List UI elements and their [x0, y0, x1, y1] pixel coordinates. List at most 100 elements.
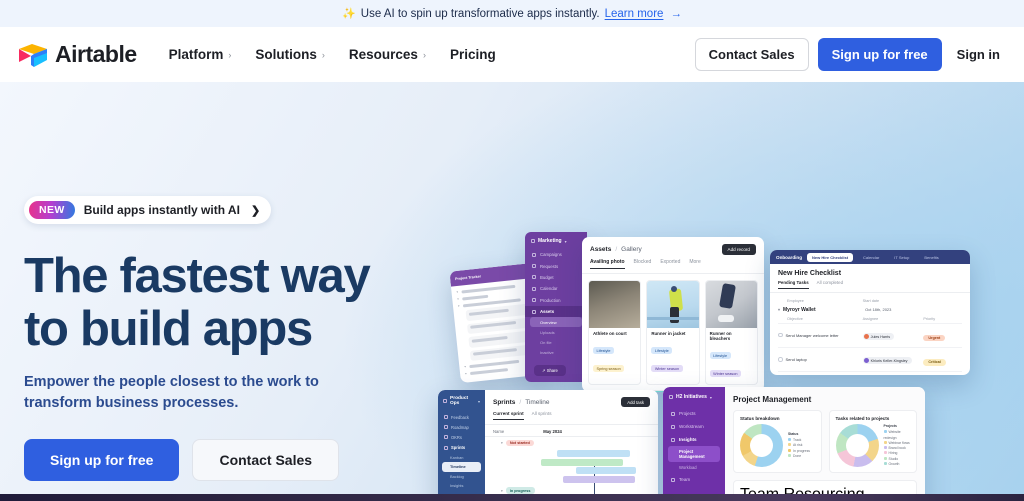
sidebar-subitem-inactive[interactable]: Inactive — [525, 348, 587, 358]
sidebar-subitem-backlog[interactable]: Backlog — [438, 472, 485, 481]
nav-item-solutions[interactable]: Solutions › — [245, 41, 335, 68]
checkbox-icon[interactable] — [778, 332, 783, 338]
gallery-tab-availing[interactable]: Availing photo — [590, 259, 625, 269]
sidebar-item-production[interactable]: Production — [525, 295, 587, 306]
banner-text: Use AI to spin up transformative apps in… — [360, 7, 600, 20]
sidebar-subitem-on-file[interactable]: On file — [525, 338, 587, 348]
timeline-group-in-progress[interactable]: ▾ In progress — [493, 484, 652, 494]
sidebar-item-roadmap[interactable]: Roadmap — [438, 422, 485, 432]
gallery-tag: Winter season — [709, 370, 741, 377]
sprints-workspace[interactable]: Product Ops ▾ — [438, 390, 485, 412]
table-row[interactable]: Send laptop Khloris Keller-Kingsley Crit… — [778, 346, 962, 371]
hero-headline-line1: The fastest way — [24, 249, 371, 303]
sidebar-item-label: Production — [540, 297, 561, 303]
timeline-row[interactable] — [493, 475, 652, 483]
add-task-button[interactable]: Add task — [621, 397, 650, 407]
donut-chart — [740, 424, 783, 467]
timeline-row[interactable] — [493, 458, 652, 466]
gallery-tab-blocked[interactable]: Blocked — [634, 259, 652, 269]
column-employee: Employee — [787, 298, 804, 303]
timeline-row[interactable] — [493, 467, 652, 475]
banner-learn-more-link[interactable]: Learn more — [605, 8, 664, 20]
sidebar-item-calendar[interactable]: Calendar — [525, 283, 587, 294]
gallery-card-meta: Runner on bleachers Lifestyle Winter sea… — [706, 328, 757, 384]
airtable-logo[interactable]: Airtable — [18, 41, 137, 68]
sidebar-subitem-insights[interactable]: Insights — [438, 481, 485, 490]
checkbox-icon[interactable] — [778, 357, 783, 362]
status-legend: Status Track At risk In progress Done — [788, 432, 810, 459]
timeline-row[interactable] — [493, 449, 652, 457]
table-icon — [532, 252, 536, 257]
nav-item-solutions-label: Solutions — [255, 47, 317, 62]
column-priority: Priority — [923, 316, 936, 321]
flow-icon — [671, 424, 675, 429]
gallery-tag: Lifestyle — [709, 352, 731, 359]
sidebar-item-campaigns[interactable]: Campaigns — [525, 249, 587, 260]
onboarding-tab-it-setup[interactable]: IT Setup — [889, 253, 914, 262]
sidebar-item-feedback[interactable]: Feedback — [438, 412, 485, 422]
hero-cta-row: Sign up for free Contact Sales — [24, 438, 424, 481]
table-icon — [444, 425, 448, 430]
sidebar-subitem-timeline[interactable]: Timeline — [442, 462, 481, 472]
mockup-project-management: H2 Initiatives ▾ Projects Workstream Ins… — [663, 387, 925, 494]
sidebar-item-label: Workstream — [679, 424, 704, 429]
sidebar-item-budget[interactable]: Budget — [525, 272, 587, 283]
sidebar-item-team[interactable]: Team — [663, 473, 725, 486]
sidebar-item-okrs[interactable]: OKRs — [438, 432, 485, 442]
sign-up-button[interactable]: Sign up for free — [817, 38, 942, 71]
chevron-down-icon: ▾ — [457, 296, 459, 302]
chevron-down-icon: ▾ — [778, 307, 781, 312]
sidebar-item-assets[interactable]: Assets — [525, 305, 587, 318]
onboarding-tab-calendar[interactable]: Calendar — [858, 253, 884, 262]
sprints-breadcrumb-timeline[interactable]: Timeline — [525, 399, 549, 406]
sidebar-subitem-uploads[interactable]: Uploads — [525, 327, 587, 337]
gallery-tag: Lifestyle — [651, 347, 673, 354]
marketing-share-button[interactable]: ↗ Share — [534, 365, 566, 376]
gallery-tab-exported[interactable]: Exported — [660, 259, 680, 269]
hero-contact-sales-button[interactable]: Contact Sales — [192, 438, 340, 481]
sidebar-subitem-kanban[interactable]: Kanban — [438, 453, 485, 462]
sidebar-item-projects[interactable]: Projects — [663, 407, 725, 420]
add-record-button[interactable]: Add record — [721, 244, 756, 255]
gallery-image — [589, 281, 641, 328]
pm-workspace[interactable]: H2 Initiatives ▾ — [663, 387, 725, 407]
gallery-card[interactable]: Runner in jacket Lifestyle Winter season — [646, 280, 700, 385]
gallery-tab-more[interactable]: More — [689, 259, 700, 269]
sidebar-item-sprints[interactable]: Sprints — [438, 443, 485, 453]
gallery-card[interactable]: Runner on bleachers Lifestyle Winter sea… — [704, 280, 758, 385]
onboarding-subtab-completed[interactable]: All completed — [817, 280, 843, 289]
hero-sign-up-button[interactable]: Sign up for free — [24, 438, 180, 481]
onboarding-tab-benefits[interactable]: Benefits — [919, 253, 943, 262]
nav-item-pricing[interactable]: Pricing — [440, 41, 506, 68]
team-resourcing-title: Team Resourcing — [740, 486, 910, 494]
table-row[interactable]: Schedule new-hire orientation Khloris Ke… — [778, 370, 962, 375]
nav-item-resources[interactable]: Resources › — [339, 41, 436, 68]
onboarding-tab-checklist[interactable]: New Hire Checklist — [807, 252, 854, 262]
onboarding-subtab-pending[interactable]: Pending Tasks — [778, 280, 809, 289]
timeline-group-not-started[interactable]: ▾ Not started — [493, 437, 652, 448]
hero-subheadline: Empower the people closest to the work t… — [24, 373, 319, 411]
sidebar-subitem-workload[interactable]: Workload — [663, 462, 725, 473]
cell-assignee: Khloris Keller-Kingsley — [870, 358, 908, 363]
sidebar-item-workstream[interactable]: Workstream — [663, 420, 725, 433]
sidebar-subitem-overview[interactable]: Overview — [530, 317, 582, 328]
gallery-breadcrumb-gallery[interactable]: Gallery — [621, 246, 642, 253]
gallery-card[interactable]: Athlete on court Lifestyle Spring season — [588, 280, 642, 385]
sprints-tab-current[interactable]: Current sprint — [493, 411, 524, 420]
nav-item-platform[interactable]: Platform › — [159, 41, 242, 68]
new-feature-pill[interactable]: NEW Build apps instantly with AI ❯ — [24, 196, 272, 224]
sidebar-item-insights[interactable]: Insights — [663, 433, 725, 446]
sprints-breadcrumb-sprints[interactable]: Sprints — [493, 399, 515, 406]
sidebar-subitem-project-management[interactable]: Project Management — [668, 446, 720, 462]
sprints-tab-all[interactable]: All sprints — [532, 411, 552, 420]
pm-page-title: Project Management — [733, 395, 812, 404]
contact-sales-button[interactable]: Contact Sales — [694, 38, 809, 71]
nav-item-platform-label: Platform — [168, 47, 224, 62]
marketing-workspace-title[interactable]: Marketing ▾ — [525, 232, 587, 249]
gallery-breadcrumb-assets[interactable]: Assets — [590, 246, 611, 253]
sidebar-item-requests[interactable]: Requests — [525, 260, 587, 271]
table-group-row[interactable]: ▾ Myroyr Wallet Oct 18th, 2023 — [778, 305, 962, 315]
announcement-banner: ✨ Use AI to spin up transformative apps … — [0, 0, 1024, 27]
table-row[interactable]: Send Manager welcome letter Jules Harris… — [778, 322, 962, 347]
sign-in-button[interactable]: Sign in — [951, 39, 1006, 70]
